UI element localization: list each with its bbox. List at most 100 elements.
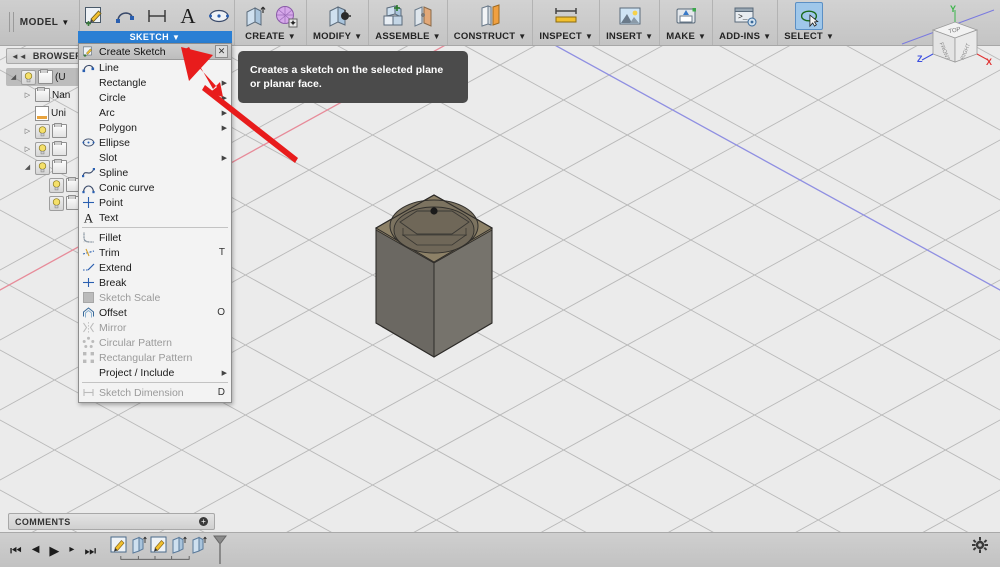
play-icon[interactable]: ▶ bbox=[49, 544, 59, 557]
menu-item-slot[interactable]: Slot ▶ bbox=[79, 150, 231, 165]
light-bulb-icon[interactable] bbox=[21, 69, 36, 85]
svg-text:A: A bbox=[84, 211, 94, 224]
menu-item-label: Slot bbox=[99, 151, 118, 164]
dimension-icon[interactable] bbox=[143, 2, 171, 30]
view-cube[interactable]: TOP FRONT RIGHT Z X Y bbox=[900, 2, 996, 90]
line-icon[interactable] bbox=[112, 2, 140, 30]
go-to-end-icon[interactable]: ⏭ bbox=[84, 544, 96, 557]
toolbar-group-label-construct: CONSTRUCT ▼ bbox=[453, 31, 527, 42]
submenu-arrow-icon: ▶ bbox=[221, 94, 227, 102]
workspace-switcher[interactable]: MODEL ▼ bbox=[0, 0, 80, 45]
create-sketch-icon[interactable] bbox=[81, 2, 109, 30]
menu-item-sketch-dimension: Sketch Dimension D bbox=[79, 385, 231, 400]
toolbar-group-make[interactable]: MAKE ▼ bbox=[660, 0, 714, 45]
measure-icon[interactable] bbox=[552, 2, 580, 30]
line-icon bbox=[82, 61, 95, 74]
active-ribbon-tab-sketch[interactable]: SKETCH ▼ bbox=[78, 31, 232, 43]
menu-item-rectangle[interactable]: Rectangle ▶ bbox=[79, 75, 231, 90]
menu-item-offset[interactable]: Offset O bbox=[79, 305, 231, 320]
go-to-beginning-icon[interactable]: ⏮ bbox=[10, 544, 22, 557]
toolbar-group-construct[interactable]: CONSTRUCT ▼ bbox=[448, 0, 534, 45]
menu-item-text[interactable]: A Text bbox=[79, 210, 231, 225]
chevron-down-icon: ▼ bbox=[172, 32, 181, 42]
timeline-sketch-1[interactable] bbox=[110, 535, 127, 554]
text-icon[interactable]: A bbox=[174, 2, 202, 30]
toolbar-group-select[interactable]: SELECT ▼ bbox=[778, 0, 840, 45]
axis-label-x: X bbox=[986, 57, 992, 67]
toolbar-group-inspect[interactable]: INSPECT ▼ bbox=[533, 0, 601, 45]
twisty-collapsed-icon[interactable]: ▷ bbox=[22, 91, 33, 99]
step-forward-icon[interactable]: ▸ bbox=[69, 545, 74, 555]
menu-item-shortcut: D bbox=[217, 387, 225, 398]
offset-plane-icon[interactable] bbox=[476, 2, 504, 30]
step-back-icon[interactable]: ◀ bbox=[32, 545, 40, 555]
timeline-marker[interactable] bbox=[213, 535, 228, 564]
timeline-extrude-1[interactable] bbox=[130, 535, 147, 554]
light-bulb-icon[interactable] bbox=[35, 141, 50, 157]
menu-item-conic-curve[interactable]: Conic curve bbox=[79, 180, 231, 195]
select-lasso-icon[interactable] bbox=[795, 2, 824, 30]
submenu-arrow-icon: ▶ bbox=[221, 369, 227, 377]
twisty-collapsed-icon[interactable]: ▷ bbox=[22, 145, 33, 153]
joint-icon[interactable] bbox=[410, 2, 438, 30]
submenu-arrow-icon: ▶ bbox=[221, 124, 227, 132]
new-component-icon[interactable] bbox=[379, 2, 407, 30]
light-bulb-icon[interactable] bbox=[49, 177, 64, 193]
submenu-arrow-icon: ▶ bbox=[221, 154, 227, 162]
ellipse-icon[interactable] bbox=[205, 2, 233, 30]
menu-item-line[interactable]: Line bbox=[79, 60, 231, 75]
menu-item-ellipse[interactable]: Ellipse bbox=[79, 135, 231, 150]
menu-item-polygon[interactable]: Polygon ▶ bbox=[79, 120, 231, 135]
gear-icon[interactable] bbox=[972, 537, 988, 556]
chevron-down-icon: ▼ bbox=[825, 32, 835, 41]
toolbar-group-create[interactable]: ✦ CREATE ▼ bbox=[235, 0, 307, 45]
toolbar-group-label-inspect: INSPECT ▼ bbox=[539, 31, 594, 42]
menu-title-bar[interactable]: Create Sketch ✕ bbox=[79, 44, 231, 60]
menu-item-project-include[interactable]: Project / Include ▶ bbox=[79, 365, 231, 380]
sketch-dropdown-menu[interactable]: Create Sketch ✕ Line Rectangle ▶ Circle ▶ Arc… bbox=[78, 43, 232, 403]
comments-panel[interactable]: COMMENTS + bbox=[8, 513, 215, 530]
timeline[interactable] bbox=[110, 535, 228, 565]
press-pull-icon[interactable] bbox=[324, 2, 352, 30]
menu-item-no-icon bbox=[82, 76, 95, 89]
twisty-collapsed-icon[interactable]: ▷ bbox=[22, 127, 33, 135]
toolbar-group-label-modify: MODIFY ▼ bbox=[313, 31, 363, 42]
menu-item-circle[interactable]: Circle ▶ bbox=[79, 90, 231, 105]
timeline-extrude-3[interactable] bbox=[190, 535, 207, 554]
twisty-expanded-icon[interactable]: ◢ bbox=[22, 163, 33, 171]
menu-item-fillet[interactable]: Fillet bbox=[79, 230, 231, 245]
light-bulb-icon[interactable] bbox=[49, 195, 64, 211]
insert-image-icon[interactable] bbox=[616, 2, 644, 30]
point-icon bbox=[82, 196, 95, 209]
trim-icon bbox=[82, 246, 95, 259]
menu-item-extend[interactable]: Extend bbox=[79, 260, 231, 275]
timeline-extrude-2[interactable] bbox=[170, 535, 187, 554]
toolbar-group-assemble[interactable]: ASSEMBLE ▼ bbox=[369, 0, 448, 45]
twisty-expanded-icon[interactable]: ◢ bbox=[8, 73, 19, 81]
light-bulb-icon[interactable] bbox=[35, 123, 50, 139]
menu-item-arc[interactable]: Arc ▶ bbox=[79, 105, 231, 120]
extrude-icon[interactable] bbox=[241, 2, 269, 30]
sketch-scale-icon bbox=[82, 291, 95, 304]
svg-text:A: A bbox=[180, 4, 196, 28]
add-comment-icon[interactable]: + bbox=[199, 517, 208, 526]
scripts-addins-icon[interactable]: >_ bbox=[731, 2, 759, 30]
menu-item-circular-pattern: Circular Pattern bbox=[79, 335, 231, 350]
mesh-icon[interactable]: ✦ bbox=[272, 2, 300, 30]
toolbar-group-label-insert: INSERT ▼ bbox=[606, 31, 654, 42]
toolbar-group-addins[interactable]: >_ ADD-INS ▼ bbox=[713, 0, 779, 45]
menu-item-trim[interactable]: Trim T bbox=[79, 245, 231, 260]
3d-print-icon[interactable] bbox=[672, 2, 700, 30]
collapse-left-icon[interactable]: ◄◄ bbox=[11, 52, 27, 61]
menu-item-point[interactable]: Point bbox=[79, 195, 231, 210]
menu-item-break[interactable]: Break bbox=[79, 275, 231, 290]
timeline-sketch-2[interactable] bbox=[150, 535, 167, 554]
menu-item-spline[interactable]: Spline bbox=[79, 165, 231, 180]
submenu-arrow-icon: ▶ bbox=[221, 109, 227, 117]
toolbar-group-modify[interactable]: MODIFY ▼ bbox=[307, 0, 370, 45]
ribbon-tab-label: SKETCH bbox=[129, 32, 170, 42]
toolbar-group-label-assemble: ASSEMBLE ▼ bbox=[375, 31, 441, 42]
close-icon[interactable]: ✕ bbox=[215, 45, 228, 58]
light-bulb-icon[interactable] bbox=[35, 159, 50, 175]
toolbar-group-insert[interactable]: INSERT ▼ bbox=[600, 0, 661, 45]
